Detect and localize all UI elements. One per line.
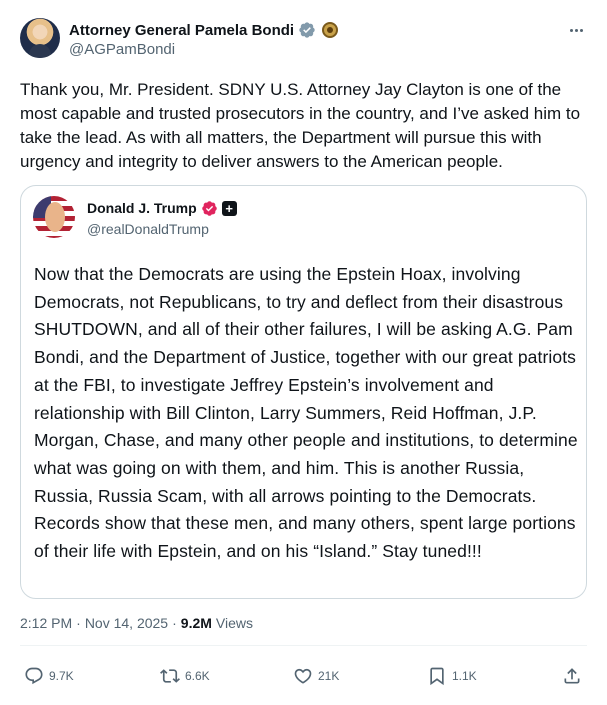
quoted-author-name-row: Donald J. Trump + [87,199,237,217]
post-meta: 2:12 PM · Nov 14, 2025 · 9.2M Views [20,615,253,631]
quoted-author-avatar [33,196,75,238]
author-avatar[interactable] [20,18,60,58]
affiliate-badge-icon: + [221,200,237,216]
post-date[interactable]: Nov 14, 2025 [85,615,168,631]
author-handle[interactable]: @AGPamBondi [69,41,175,58]
government-seal-icon [322,22,339,38]
action-bar: 9.7K 6.6K 21K 1.1K [20,662,587,690]
repost-button[interactable]: 6.6K [160,662,210,690]
bookmark-button[interactable]: 1.1K [427,662,477,690]
meta-separator: · [76,615,81,631]
quoted-author-name: Donald J. Trump [87,200,197,216]
post-time[interactable]: 2:12 PM [20,615,72,631]
post: Attorney General Pamela Bondi @AGPamBond… [0,0,607,705]
reply-count: 9.7K [49,669,74,683]
reply-icon [25,667,43,685]
share-button[interactable] [562,662,582,690]
views-count: 9.2M [180,615,212,631]
verified-badge-icon [299,22,315,38]
divider [20,645,587,646]
repost-icon [160,669,180,683]
author-name-row: Attorney General Pamela Bondi [69,20,339,40]
post-text: Thank you, Mr. President. SDNY U.S. Atto… [20,80,581,171]
repost-count: 6.6K [185,669,210,683]
more-icon[interactable] [565,20,587,40]
reply-button[interactable]: 9.7K [24,662,74,690]
views-label: Views [215,615,253,631]
like-button[interactable]: 21K [293,662,339,690]
like-count: 21K [318,669,340,683]
bookmark-count: 1.1K [452,669,477,683]
verified-badge-icon [201,200,217,216]
author-name[interactable]: Attorney General Pamela Bondi [69,22,294,39]
quoted-author-handle: @realDonaldTrump [87,221,209,237]
share-icon [564,668,580,684]
bookmark-icon [430,667,444,686]
quoted-post[interactable]: Donald J. Trump + @realDonaldTrump Now t… [20,185,587,599]
heart-icon [294,668,312,684]
quoted-post-text: Now that the Democrats are using the Eps… [34,264,578,562]
post-header: Attorney General Pamela Bondi @AGPamBond… [20,18,587,62]
meta-separator: · [172,615,177,631]
